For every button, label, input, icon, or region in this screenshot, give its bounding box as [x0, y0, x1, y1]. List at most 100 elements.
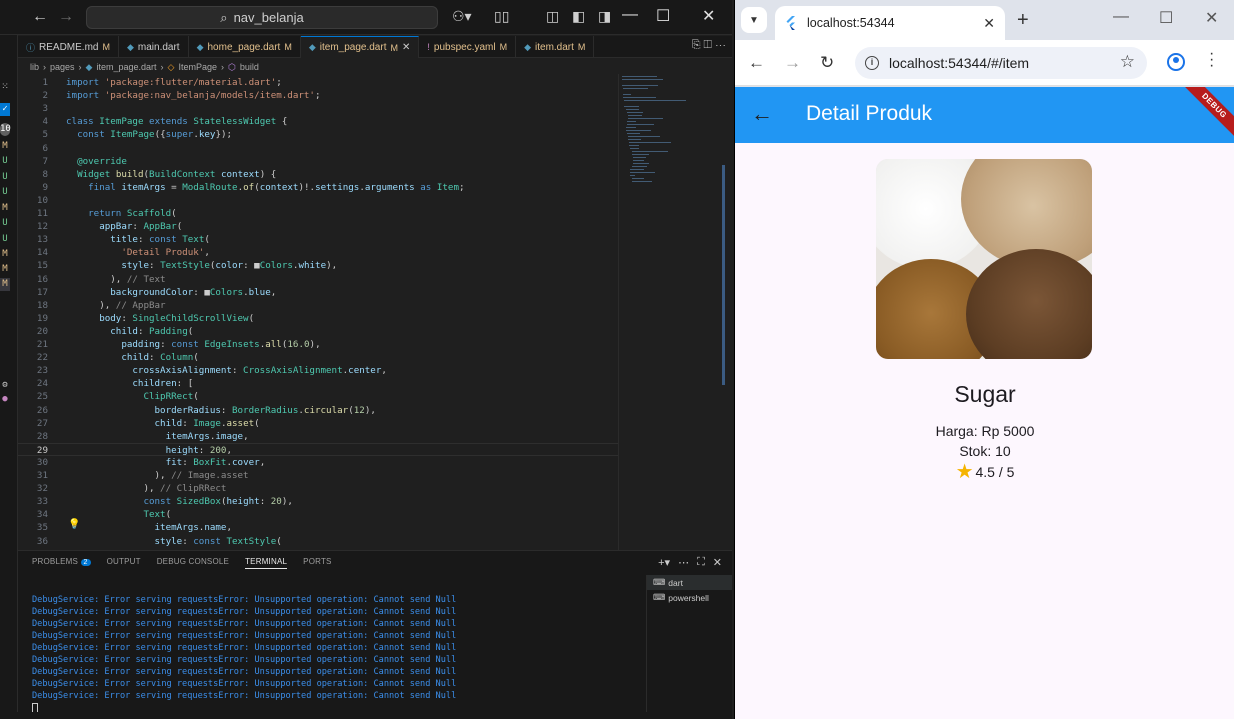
code-line[interactable]: 30 fit: BoxFit.cover,: [18, 456, 618, 469]
bookmark-star-icon[interactable]: ☆: [1120, 52, 1135, 72]
reload-icon[interactable]: ↻: [820, 53, 834, 73]
minimap-line: [623, 94, 632, 95]
address-bar[interactable]: i localhost:54344/#/item ☆: [855, 47, 1147, 79]
back-arrow-icon[interactable]: ←: [751, 101, 773, 127]
code-text: class ItemPage extends StatelessWidget {: [66, 116, 288, 128]
code-line[interactable]: 5 const ItemPage({super.key});: [18, 128, 618, 141]
code-line[interactable]: 16 ), // Text: [18, 273, 618, 286]
terminal-item-powershell[interactable]: ⌨ powershell: [647, 590, 732, 605]
code-line[interactable]: 4 class ItemPage extends StatelessWidget …: [18, 115, 618, 128]
editor-scrollbar[interactable]: [722, 165, 725, 385]
terminal-item-dart[interactable]: ⌨ dart: [647, 575, 732, 590]
code-line[interactable]: 34 Text(: [18, 508, 618, 521]
breadcrumb-item[interactable]: item_page.dart: [96, 62, 156, 72]
code-line[interactable]: 22 child: Column(: [18, 351, 618, 364]
code-line[interactable]: 19 body: SingleChildScrollView(: [18, 312, 618, 325]
tab-main-dart[interactable]: ◆ main.dart: [119, 36, 189, 58]
tab-close-icon[interactable]: ✕: [983, 15, 995, 32]
close-icon[interactable]: ✕: [702, 6, 715, 26]
back-icon[interactable]: ←: [748, 53, 765, 73]
editor-actions[interactable]: ⎘ ◫ ⋯: [692, 39, 726, 52]
code-line[interactable]: 23 crossAxisAlignment: CrossAxisAlignmen…: [18, 364, 618, 377]
minimap[interactable]: [618, 74, 722, 550]
code-line[interactable]: 13 title: const Text(: [18, 233, 618, 246]
code-text: ), // Text: [66, 273, 166, 285]
browser-tab[interactable]: localhost:54344 ✕: [775, 6, 1005, 40]
code-line[interactable]: 9 final itemArgs = ModalRoute.of(context…: [18, 181, 618, 194]
minimize-icon[interactable]: —: [622, 6, 638, 24]
code-line[interactable]: 25 ClipRRect(: [18, 390, 618, 403]
tab-item-dart[interactable]: ◆ item.dart M: [516, 36, 595, 58]
maximize-icon[interactable]: ☐: [656, 6, 670, 26]
tab-close-icon[interactable]: ✕: [402, 42, 410, 53]
profile-icon[interactable]: ●: [0, 393, 10, 406]
code-line[interactable]: 3: [18, 102, 618, 115]
toggle-sidebar-icon[interactable]: ◧: [572, 8, 585, 25]
minimap-line: [630, 169, 644, 170]
run-debug-icon[interactable]: ✓: [0, 103, 10, 116]
profile-icon[interactable]: [1167, 53, 1185, 71]
kebab-menu-icon[interactable]: · · ·: [1209, 46, 1214, 74]
maximize-panel-icon[interactable]: ⛶: [697, 556, 705, 569]
code-line[interactable]: 2 import 'package:nav_belanja/models/item…: [18, 89, 618, 102]
code-line[interactable]: 28 itemArgs.image,: [18, 430, 618, 443]
breadcrumb-item[interactable]: ItemPage: [178, 62, 217, 72]
site-info-icon[interactable]: i: [865, 56, 879, 70]
terminal-output[interactable]: DebugService: Error serving requestsErro…: [32, 594, 456, 713]
tab-ports[interactable]: PORTS: [303, 557, 331, 569]
tab-home-page-dart[interactable]: ◆ home_page.dart M: [189, 36, 301, 58]
code-line[interactable]: 36 style: const TextStyle(: [18, 535, 618, 548]
close-panel-icon[interactable]: ✕: [713, 556, 722, 569]
code-line[interactable]: 15 style: TextStyle(color: ■Colors.white…: [18, 259, 618, 272]
extensions-icon[interactable]: ⁙: [0, 81, 10, 94]
code-line[interactable]: 26 borderRadius: BorderRadius.circular(1…: [18, 404, 618, 417]
new-tab-icon[interactable]: +: [1017, 9, 1029, 32]
tab-terminal[interactable]: TERMINAL: [245, 557, 288, 569]
code-line[interactable]: 31 ), // Image.asset: [18, 469, 618, 482]
new-terminal-icon[interactable]: +▾: [658, 556, 670, 569]
code-line[interactable]: 8 Widget build(BuildContext context) {: [18, 168, 618, 181]
minimize-icon[interactable]: —: [1113, 8, 1129, 26]
breadcrumb-item[interactable]: lib: [30, 62, 39, 72]
code-line[interactable]: 35 itemArgs.name,: [18, 521, 618, 534]
breadcrumb-item[interactable]: build: [240, 62, 259, 72]
tab-readme[interactable]: ⓘ README.md M: [18, 36, 119, 58]
code-line[interactable]: 24 children: [: [18, 377, 618, 390]
code-line[interactable]: 20 child: Padding(: [18, 325, 618, 338]
tab-problems[interactable]: PROBLEMS 2: [32, 557, 91, 569]
code-line[interactable]: 27 child: Image.asset(: [18, 417, 618, 430]
tab-pubspec-yaml[interactable]: ! pubspec.yaml M: [419, 36, 517, 58]
code-line[interactable]: 18 ), // AppBar: [18, 299, 618, 312]
code-line[interactable]: 21 padding: const EdgeInsets.all(16.0),: [18, 338, 618, 351]
tab-item-page-dart[interactable]: ◆ item_page.dart M ✕: [300, 36, 420, 58]
maximize-icon[interactable]: ☐: [1159, 8, 1173, 28]
code-line[interactable]: 14 'Detail Produk',: [18, 246, 618, 259]
code-line[interactable]: 11 return Scaffold(: [18, 207, 618, 220]
code-line[interactable]: 10: [18, 194, 618, 207]
command-center-search[interactable]: ⌕ nav_belanja: [86, 6, 438, 29]
code-line[interactable]: 32 ), // ClipRRect: [18, 482, 618, 495]
breadcrumb-item[interactable]: pages: [50, 62, 75, 72]
toggle-secondary-sidebar-icon[interactable]: ◨: [598, 8, 611, 25]
code-line[interactable]: 17 backgroundColor: ■Colors.blue,: [18, 286, 618, 299]
code-line[interactable]: 12 appBar: AppBar(: [18, 220, 618, 233]
customize-layout-icon[interactable]: ▯▯: [494, 8, 509, 25]
toggle-panel-icon[interactable]: ◫: [546, 8, 559, 25]
back-arrow-icon[interactable]: ←: [32, 8, 48, 26]
copilot-icon[interactable]: ⚇▾: [452, 8, 472, 25]
code-line[interactable]: 33 const SizedBox(height: 20),: [18, 495, 618, 508]
code-editor[interactable]: 💡 1 import 'package:flutter/material.dart…: [18, 74, 618, 550]
code-line[interactable]: 29 height: 200,: [18, 442, 618, 456]
close-icon[interactable]: ✕: [1205, 8, 1218, 28]
tab-search-chevron-icon[interactable]: ▼: [741, 7, 767, 33]
more-actions-icon[interactable]: ⋯: [678, 556, 689, 569]
tab-output[interactable]: OUTPUT: [107, 557, 141, 569]
tab-debug-console[interactable]: DEBUG CONSOLE: [157, 557, 229, 569]
forward-icon[interactable]: →: [784, 53, 801, 73]
code-line[interactable]: 1 import 'package:flutter/material.dart';: [18, 76, 618, 89]
code-line[interactable]: 7 @override: [18, 155, 618, 168]
dart-file-icon: ◆: [85, 61, 93, 72]
code-line[interactable]: 6: [18, 142, 618, 155]
forward-arrow-icon[interactable]: →: [58, 8, 74, 26]
accounts-icon[interactable]: ⚙: [0, 379, 10, 392]
